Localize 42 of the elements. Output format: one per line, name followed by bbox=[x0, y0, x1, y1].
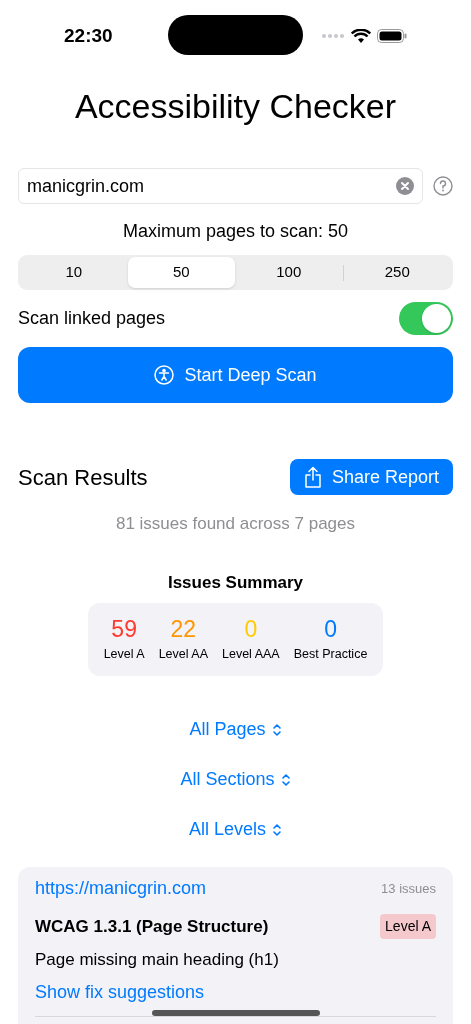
filter-menu[interactable]: All Levels bbox=[188, 817, 282, 842]
toggle-label: Scan linked pages bbox=[18, 307, 166, 330]
share-report-button[interactable]: Share Report bbox=[289, 459, 453, 495]
issue-count: 59 bbox=[111, 615, 137, 643]
status-time: 22:30 bbox=[64, 23, 113, 48]
chevron-up-down-icon bbox=[271, 722, 282, 737]
segment-option[interactable]: 250 bbox=[343, 257, 451, 288]
level-label: Level AAA bbox=[222, 646, 280, 663]
wifi-icon bbox=[351, 28, 371, 44]
help-icon[interactable] bbox=[433, 176, 453, 196]
issue-description: Page missing main heading (h1) bbox=[35, 949, 280, 972]
results-subtitle: 81 issues found across 7 pages bbox=[114, 513, 357, 535]
filter-menu[interactable]: All Sections bbox=[180, 767, 291, 792]
issue-count: 0 bbox=[244, 615, 258, 643]
signal-icon bbox=[321, 33, 345, 39]
chevron-up-down-icon bbox=[280, 772, 291, 787]
filter-menu[interactable]: All Pages bbox=[189, 717, 282, 742]
clear-icon[interactable] bbox=[396, 177, 414, 195]
share-icon bbox=[303, 466, 322, 488]
rule-title: WCAG 1.3.1 (Page Structure) bbox=[35, 915, 269, 938]
level-label: Level A bbox=[103, 646, 145, 663]
battery-icon bbox=[377, 29, 407, 43]
level-label: Level AA bbox=[158, 646, 208, 663]
toggle-switch[interactable] bbox=[399, 302, 453, 335]
level-label: Best Practice bbox=[293, 646, 368, 663]
section-title: Scan Results bbox=[18, 463, 148, 492]
chevron-up-down-icon bbox=[272, 822, 282, 837]
fix-suggestions-link[interactable]: Show fix suggestions bbox=[35, 978, 436, 1006]
issue-count-label: 13 issues bbox=[381, 879, 436, 898]
accessibility-icon bbox=[154, 365, 175, 385]
max-pages-label: Maximum pages to scan: 50 bbox=[121, 220, 350, 243]
issue-count: 0 bbox=[324, 615, 337, 643]
start-scan-button[interactable]: Start Deep Scan bbox=[18, 347, 453, 403]
level-tag: Level A bbox=[380, 914, 436, 939]
issue-count: 22 bbox=[170, 615, 197, 643]
page-url-link[interactable]: https://manicgrin.com bbox=[35, 874, 207, 902]
segment-option[interactable]: 50 bbox=[127, 257, 235, 288]
url-field[interactable]: manicgrin.com bbox=[18, 168, 423, 204]
app-title: Accessibility Checker bbox=[73, 86, 398, 127]
segment-option[interactable]: 100 bbox=[235, 257, 343, 288]
segment-option[interactable]: 10 bbox=[20, 257, 128, 288]
summary-title: Issues Summary bbox=[166, 571, 305, 594]
